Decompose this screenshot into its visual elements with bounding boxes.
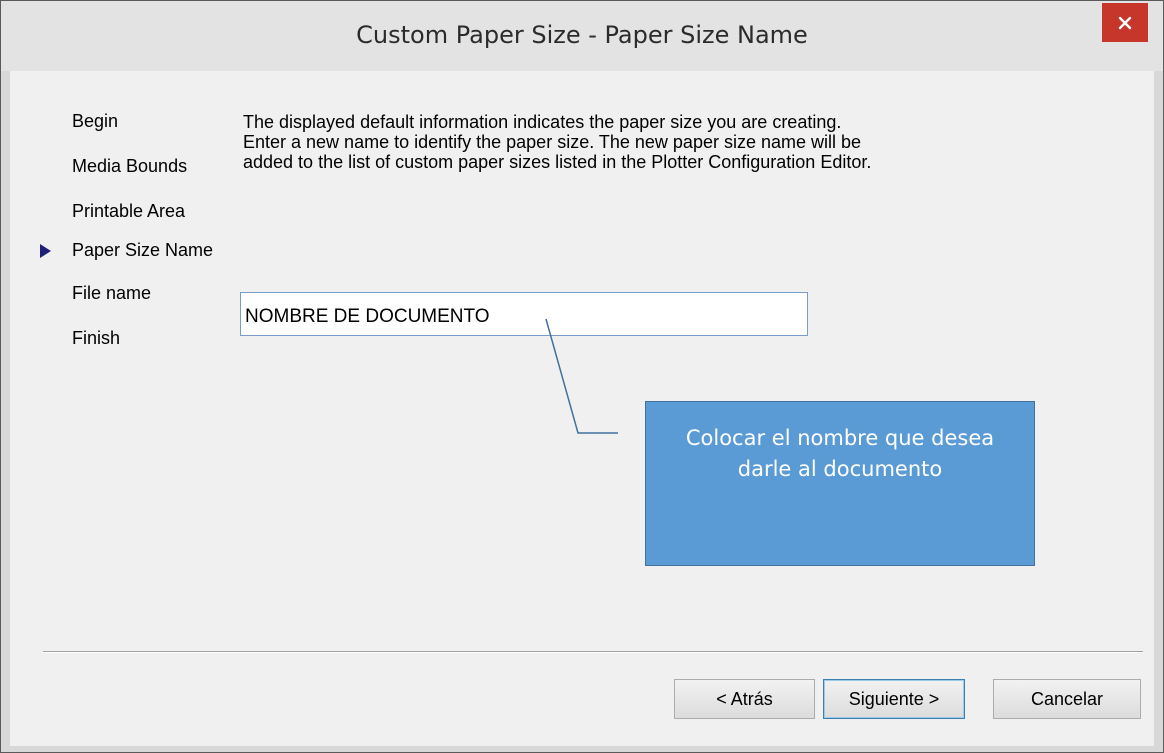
back-button[interactable]: < Atrás [674, 679, 815, 719]
next-button[interactable]: Siguiente > [823, 679, 965, 719]
close-button[interactable] [1102, 3, 1148, 42]
dialog-body: Begin Media Bounds Printable Area Paper … [10, 71, 1154, 746]
sidebar-item-paper-size-name: Paper Size Name [72, 240, 214, 260]
custom-paper-size-dialog: Custom Paper Size - Paper Size Name Begi… [0, 0, 1164, 753]
window-title: Custom Paper Size - Paper Size Name [356, 21, 808, 49]
sidebar-item-finish: Finish [72, 328, 121, 348]
sidebar-item-media-bounds: Media Bounds [72, 156, 188, 176]
footer-separator [43, 651, 1143, 653]
current-step-arrow-icon [40, 244, 51, 258]
callout-annotation: Colocar el nombre que desea darle al doc… [645, 401, 1035, 566]
title-bar[interactable]: Custom Paper Size - Paper Size Name [1, 1, 1163, 71]
callout-text: Colocar el nombre que desea darle al doc… [685, 426, 995, 481]
cancel-button[interactable]: Cancelar [993, 679, 1141, 719]
paper-size-name-input[interactable] [240, 292, 808, 336]
step-description: The displayed default information indica… [243, 112, 872, 172]
close-icon [1118, 16, 1132, 30]
sidebar-item-begin: Begin [72, 111, 119, 131]
sidebar-item-printable-area: Printable Area [72, 201, 186, 221]
sidebar-item-file-name: File name [72, 283, 152, 303]
